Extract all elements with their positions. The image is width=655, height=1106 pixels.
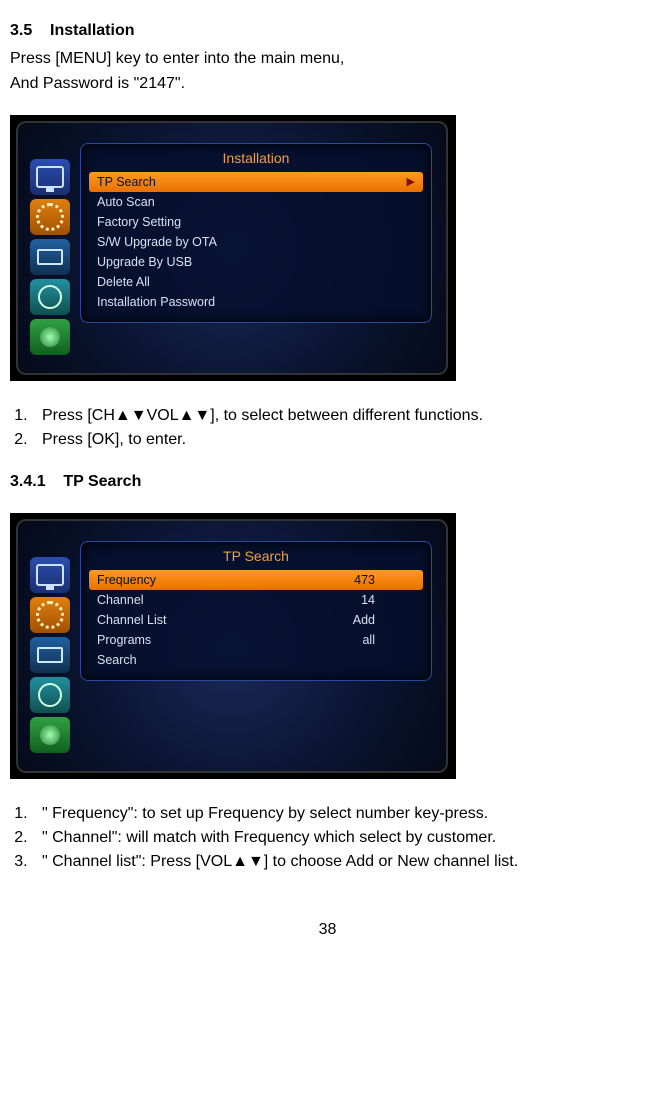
menu-item: Auto Scan [89,192,423,212]
globe-icon [30,717,70,753]
menu-item-label: Delete All [97,275,150,289]
menu-item: Channel 14 [89,590,423,610]
menu-item-value [375,653,415,667]
menu-item-label: Programs [97,633,151,647]
menu-item-label: Frequency [97,573,156,587]
section-number: 3.5 [10,22,32,39]
monitor-icon [30,159,70,195]
device-icon [30,637,70,673]
instruction-item: " Frequency": to set up Frequency by sel… [32,803,645,825]
menu-item-label: Channel [97,593,144,607]
menu-title: Installation [89,148,423,172]
tools-icon [30,677,70,713]
gear-icon [30,597,70,633]
menu-item: TP Search ▶ [89,172,423,192]
instruction-item: Press [OK], to enter. [32,429,645,451]
figure-installation: Installation TP Search ▶ Auto Scan Factory … [10,115,456,381]
menu-item: Programs all [89,630,423,650]
monitor-icon [30,557,70,593]
menu-item-label: TP Search [97,175,156,189]
subsection-number: 3.4.1 [10,473,46,490]
menu-item-value: 14 [361,593,415,607]
side-icons [30,159,72,355]
device-icon [30,239,70,275]
subsection-heading: 3.4.1 TP Search [10,471,645,493]
menu-item-value: 473 [354,573,415,587]
intro-line-1: Press [MENU] key to enter into the main … [10,48,645,70]
menu-item: Factory Setting [89,212,423,232]
menu-title: TP Search [89,546,423,570]
menu-item: Upgrade By USB [89,252,423,272]
side-icons [30,557,72,753]
menu-item-label: Factory Setting [97,215,181,229]
chevron-right-icon: ▶ [407,175,415,189]
menu-item-label: S/W Upgrade by OTA [97,235,217,249]
figure-tp-search: TP Search Frequency 473 Channel 14 Channel L… [10,513,456,779]
instruction-item: Press [CH▲▼VOL▲▼], to select between dif… [32,405,645,427]
instruction-list-1: Press [CH▲▼VOL▲▼], to select between dif… [10,405,645,451]
menu-item-label: Auto Scan [97,195,155,209]
tv-screen: Installation TP Search ▶ Auto Scan Factory … [16,121,448,375]
menu-item-label: Upgrade By USB [97,255,192,269]
menu-panel-installation: Installation TP Search ▶ Auto Scan Factory … [80,143,432,323]
menu-item: S/W Upgrade by OTA [89,232,423,252]
page-number: 38 [10,921,645,939]
menu-item: Search [89,650,423,670]
menu-panel-tp-search: TP Search Frequency 473 Channel 14 Channel L… [80,541,432,681]
instruction-list-2: " Frequency": to set up Frequency by sel… [10,803,645,873]
intro-line-2: And Password is "2147". [10,73,645,95]
menu-item: Installation Password [89,292,423,312]
gear-icon [30,199,70,235]
menu-item-label: Installation Password [97,295,215,309]
menu-item: Frequency 473 [89,570,423,590]
instruction-item: " Channel list": Press [VOL▲▼] to choose… [32,851,645,873]
section-heading: 3.5 Installation [10,20,645,42]
subsection-title: TP Search [63,473,141,490]
tv-screen: TP Search Frequency 473 Channel 14 Channel L… [16,519,448,773]
menu-item-value: Add [353,613,415,627]
globe-icon [30,319,70,355]
menu-item: Channel List Add [89,610,423,630]
menu-item: Delete All [89,272,423,292]
instruction-item: " Channel": will match with Frequency wh… [32,827,645,849]
menu-item-label: Search [97,653,137,667]
section-title: Installation [50,22,134,39]
menu-item-label: Channel List [97,613,167,627]
tools-icon [30,279,70,315]
menu-item-value: all [362,633,415,647]
